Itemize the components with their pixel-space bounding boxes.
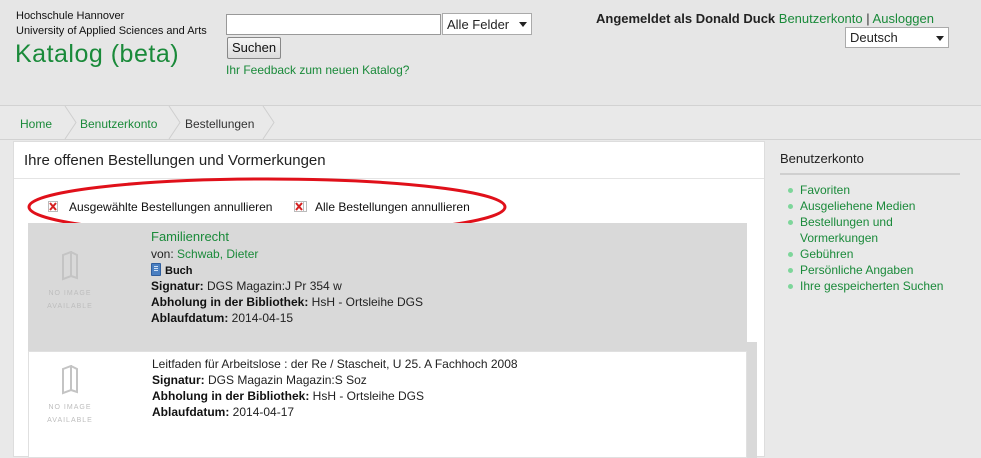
breadcrumb-current: Bestellungen [185, 117, 255, 131]
record-author-line: von: Schwab, Dieter [151, 247, 258, 261]
link-separator: | [866, 11, 870, 26]
no-image-book-icon [62, 365, 78, 395]
expiry-label: Ablaufdatum: [151, 311, 229, 325]
no-image-book-icon [62, 251, 78, 281]
account-link[interactable]: Benutzerkonto [779, 11, 863, 26]
book-medium-icon [151, 263, 161, 276]
pickup-label: Abholung in der Bibliothek: [152, 389, 310, 403]
record-title-link[interactable]: Familienrecht [151, 229, 229, 244]
signature-value: DGS Magazin Magazin:S Soz [208, 373, 367, 387]
no-image-text-2: AVAILABLE [47, 417, 93, 424]
record-pickup-line: Abholung in der Bibliothek: HsH - Ortsle… [151, 295, 423, 309]
pickup-value: HsH - Ortsleihe DGS [311, 295, 424, 309]
breadcrumb-account[interactable]: Benutzerkonto [80, 117, 157, 131]
record-border [747, 342, 757, 458]
search-field-select[interactable]: Alle Felder [442, 13, 532, 35]
cancel-all-button[interactable]: Alle Bestellungen annullieren [315, 200, 470, 214]
no-image-text-2: AVAILABLE [47, 303, 93, 310]
record-title: Leitfaden für Arbeitslose : der Re / Sta… [152, 357, 518, 371]
order-record[interactable]: NO IMAGE AVAILABLE Leitfaden für Arbeits… [28, 351, 747, 458]
sidebar-item-label[interactable]: Persönliche Angaben [800, 263, 913, 277]
sidebar-item-label[interactable]: Favoriten [800, 183, 850, 197]
cancel-selected-button[interactable]: Ausgewählte Bestellungen annullieren [69, 200, 272, 214]
sidebar-item-fees[interactable]: Gebühren [787, 246, 977, 262]
pickup-label: Abholung in der Bibliothek: [151, 295, 309, 309]
author-link[interactable]: Schwab, Dieter [177, 247, 258, 261]
search-button[interactable]: Suchen [227, 37, 281, 59]
university-subtitle: University of Applied Sciences and Arts [16, 25, 207, 37]
login-status: Angemeldet als Donald Duck Benutzerkonto… [596, 11, 934, 26]
chevron-down-icon [519, 22, 527, 27]
no-image-placeholder: NO IMAGE AVAILABLE [37, 251, 103, 313]
sidebar-item-label[interactable]: Gebühren [800, 247, 853, 261]
no-image-placeholder: NO IMAGE AVAILABLE [37, 365, 103, 427]
university-name: Hochschule Hannover [16, 10, 125, 22]
signature-label: Signatur: [151, 279, 204, 293]
sidebar-item-loans[interactable]: Ausgeliehene Medien [787, 198, 977, 214]
signature-label: Signatur: [152, 373, 205, 387]
sidebar-title: Benutzerkonto [780, 151, 864, 166]
sidebar-nav: Favoriten Ausgeliehene Medien Bestellung… [787, 182, 977, 294]
medium-type: Buch [165, 265, 193, 277]
no-image-text-1: NO IMAGE [48, 404, 92, 411]
feedback-link[interactable]: Ihr Feedback zum neuen Katalog? [226, 63, 409, 77]
record-medium-line: Buch [151, 263, 193, 277]
sidebar-item-saved-searches[interactable]: Ihre gespeicherten Suchen [787, 278, 977, 294]
orders-panel: Ihre offenen Bestellungen und Vormerkung… [13, 141, 765, 458]
breadcrumb-separator-icon [168, 106, 181, 139]
order-record[interactable]: NO IMAGE AVAILABLE Familienrecht von: Sc… [28, 223, 747, 342]
breadcrumb-separator-icon [64, 106, 77, 139]
account-sidebar: Benutzerkonto Favoriten Ausgeliehene Med… [767, 141, 981, 457]
language-select[interactable]: Deutsch [845, 27, 949, 48]
author-label: von: [151, 247, 174, 261]
breadcrumb-home[interactable]: Home [20, 117, 52, 131]
sidebar-divider [780, 173, 960, 175]
chevron-down-icon [936, 36, 944, 41]
header: Hochschule Hannover University of Applie… [0, 0, 981, 105]
breadcrumb-separator-icon [262, 106, 275, 139]
logged-in-text: Angemeldet als Donald Duck [596, 11, 776, 26]
record-pickup-line: Abholung in der Bibliothek: HsH - Ortsle… [152, 389, 424, 403]
expiry-label: Ablaufdatum: [152, 405, 230, 419]
cancel-x-icon [48, 201, 58, 212]
search-field-select-value: Alle Felder [447, 17, 510, 32]
sidebar-item-label[interactable]: Ihre gespeicherten Suchen [800, 279, 943, 293]
language-select-value: Deutsch [850, 30, 898, 45]
sidebar-item-orders[interactable]: Bestellungen und Vormerkungen [787, 214, 920, 246]
sidebar-item-label[interactable]: Ausgeliehene Medien [800, 199, 915, 213]
breadcrumb: Home Benutzerkonto Bestellungen [0, 105, 981, 140]
catalog-logo[interactable]: Katalog (beta) [15, 40, 179, 69]
search-input[interactable] [226, 14, 441, 35]
logout-link[interactable]: Ausloggen [873, 11, 934, 26]
record-separator [28, 342, 747, 351]
expiry-value: 2014-04-15 [231, 311, 294, 325]
record-signature-line: Signatur: DGS Magazin:J Pr 354 w [151, 279, 342, 293]
pickup-value: HsH - Ortsleihe DGS [312, 389, 425, 403]
record-signature-line: Signatur: DGS Magazin Magazin:S Soz [152, 373, 367, 387]
expiry-value: 2014-04-17 [232, 405, 295, 419]
cancel-all-x-icon [294, 201, 307, 212]
no-image-text-1: NO IMAGE [48, 290, 92, 297]
record-expiry-line: Ablaufdatum: 2014-04-15 [151, 311, 293, 325]
sidebar-item-profile[interactable]: Persönliche Angaben [787, 262, 977, 278]
sidebar-item-label[interactable]: Bestellungen und Vormerkungen [800, 215, 893, 245]
page-title: Ihre offenen Bestellungen und Vormerkung… [24, 152, 326, 169]
sidebar-item-favorites[interactable]: Favoriten [787, 182, 977, 198]
record-expiry-line: Ablaufdatum: 2014-04-17 [152, 405, 294, 419]
signature-value: DGS Magazin:J Pr 354 w [207, 279, 342, 293]
